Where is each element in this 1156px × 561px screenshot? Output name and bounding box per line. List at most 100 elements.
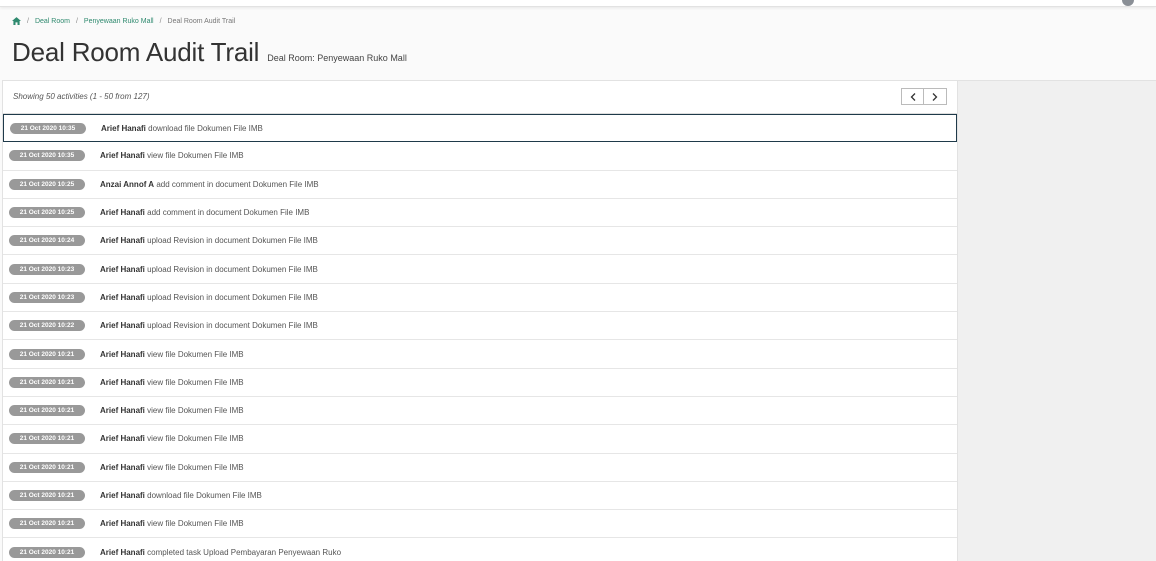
activity-description: Arief Hanafi upload Revision in document… <box>100 321 318 330</box>
activity-description: Arief Hanafi view file Dokumen File IMB <box>100 519 244 528</box>
activity-timestamp-badge: 21 Oct 2020 10:25 <box>9 178 85 190</box>
activity-row[interactable]: 21 Oct 2020 10:21 Arief Hanafi view file … <box>3 397 957 426</box>
activity-row[interactable]: 21 Oct 2020 10:23 Arief Hanafi upload Rev… <box>3 284 957 313</box>
page-header: Deal Room Audit Trail Deal Room: Penyewa… <box>12 37 407 68</box>
user-avatar[interactable] <box>1122 0 1134 6</box>
activity-row[interactable]: 21 Oct 2020 10:21 Arief Hanafi view file … <box>3 340 957 369</box>
activity-action: view file Dokumen File IMB <box>147 349 244 359</box>
breadcrumb-separator: / <box>159 17 162 25</box>
activity-user: Arief Hanafi <box>100 377 145 387</box>
next-page-button[interactable] <box>924 88 947 105</box>
activity-user: Arief Hanafi <box>100 321 145 331</box>
breadcrumb-penyewaan-ruko-mall[interactable]: Penyewaan Ruko Mall <box>84 18 154 25</box>
activity-user: Arief Hanafi <box>100 208 145 218</box>
activity-user: Anzai Annof A <box>100 179 155 189</box>
activity-action: view file Dokumen File IMB <box>147 519 244 529</box>
activity-description: Arief Hanafi view file Dokumen File IMB <box>100 350 244 359</box>
activity-timestamp-badge: 21 Oct 2020 10:23 <box>9 263 85 275</box>
activity-row[interactable]: 21 Oct 2020 10:25 Arief Hanafi add commen… <box>3 199 957 228</box>
activity-action: download file Dokumen File IMB <box>147 491 262 500</box>
activity-row[interactable]: 21 Oct 2020 10:25 Anzai Annof A add comme… <box>3 171 957 199</box>
activity-timestamp-badge: 21 Oct 2020 10:21 <box>9 405 85 417</box>
activity-user: Arief Hanafi <box>100 406 145 416</box>
activity-action: upload Revision in document Dokumen File… <box>147 264 318 274</box>
top-navbar <box>0 0 1156 7</box>
activity-action: completed task Upload Pembayaran Penyewa… <box>147 547 342 557</box>
activity-row[interactable]: 21 Oct 2020 10:21 Arief Hanafi view file … <box>3 425 957 454</box>
activity-description: Arief Hanafi view file Dokumen File IMB <box>100 463 244 472</box>
activity-row[interactable]: 21 Oct 2020 10:22 Arief Hanafi upload Rev… <box>3 312 957 341</box>
activity-action: view file Dokumen File IMB <box>147 462 244 472</box>
activity-timestamp-badge: 21 Oct 2020 10:23 <box>9 291 85 303</box>
activity-timestamp-badge: 21 Oct 2020 10:21 <box>9 348 85 360</box>
activity-list: 21 Oct 2020 10:35 Arief Hanafi download f… <box>3 114 957 561</box>
activity-panel-header: Showing 50 activities (1 - 50 from 127) <box>3 81 957 114</box>
activity-action: view file Dokumen File IMB <box>147 377 244 387</box>
activity-description: Arief Hanafi download file Dokumen File … <box>101 124 263 133</box>
activity-row[interactable]: 21 Oct 2020 10:21 Arief Hanafi view file … <box>3 510 957 539</box>
activity-user: Arief Hanafi <box>100 349 145 359</box>
activity-action: add comment in document Dokumen File IMB <box>156 179 319 189</box>
activity-user: Arief Hanafi <box>100 151 145 161</box>
activity-action: view file Dokumen File IMB <box>147 434 244 444</box>
activity-timestamp-badge: 21 Oct 2020 10:24 <box>9 235 85 247</box>
activity-user: Arief Hanafi <box>100 236 145 246</box>
breadcrumb-separator: / <box>75 17 78 25</box>
breadcrumb-separator: / <box>27 17 29 25</box>
activity-row[interactable]: 21 Oct 2020 10:35 Arief Hanafi download f… <box>3 114 957 143</box>
activity-timestamp-badge: 21 Oct 2020 10:21 <box>9 376 85 388</box>
activity-description: Arief Hanafi view file Dokumen File IMB <box>100 378 244 387</box>
activity-user: Arief Hanafi <box>101 123 146 133</box>
activity-user: Arief Hanafi <box>100 491 145 500</box>
activity-user: Arief Hanafi <box>100 462 145 472</box>
activity-row[interactable]: 21 Oct 2020 10:21 Arief Hanafi view file … <box>3 454 957 482</box>
activity-timestamp-badge: 21 Oct 2020 10:21 <box>9 461 85 473</box>
breadcrumb: / Deal Room / Penyewaan Ruko Mall / Deal… <box>12 16 235 26</box>
page-subtitle: Deal Room: Penyewaan Ruko Mall <box>267 53 407 63</box>
activity-timestamp-badge: 21 Oct 2020 10:35 <box>9 150 85 162</box>
activity-description: Arief Hanafi upload Revision in document… <box>100 293 318 302</box>
chevron-right-icon <box>932 92 938 101</box>
activity-row[interactable]: 21 Oct 2020 10:35 Arief Hanafi view file … <box>3 142 957 171</box>
activity-timestamp-badge: 21 Oct 2020 10:21 <box>9 546 85 558</box>
page-title: Deal Room Audit Trail <box>12 37 260 67</box>
activity-row[interactable]: 21 Oct 2020 10:21 Arief Hanafi completed … <box>3 538 957 561</box>
activity-user: Arief Hanafi <box>100 292 145 302</box>
activity-panel: Showing 50 activities (1 - 50 from 127) … <box>2 80 958 561</box>
breadcrumb-current: Deal Room Audit Trail <box>167 17 236 25</box>
activity-timestamp-badge: 21 Oct 2020 10:25 <box>9 207 85 219</box>
breadcrumb-deal-room[interactable]: Deal Room <box>35 18 70 25</box>
activity-timestamp-badge: 21 Oct 2020 10:21 <box>9 518 85 530</box>
activity-action: view file Dokumen File IMB <box>147 406 244 416</box>
breadcrumb-home[interactable] <box>12 17 21 25</box>
activity-summary: Showing 50 activities (1 - 50 from 127) <box>13 92 150 101</box>
activity-description: Anzai Annof A add comment in document Do… <box>100 180 319 189</box>
right-side-area <box>958 80 1156 561</box>
activity-user: Arief Hanafi <box>100 264 145 274</box>
activity-timestamp-badge: 21 Oct 2020 10:35 <box>10 122 86 134</box>
activity-action: upload Revision in document Dokumen File… <box>147 236 318 246</box>
activity-action: add comment in document Dokumen File IMB <box>147 208 310 218</box>
activity-timestamp-badge: 21 Oct 2020 10:21 <box>9 433 85 445</box>
activity-description: Arief Hanafi upload Revision in document… <box>100 265 318 274</box>
prev-page-button[interactable] <box>901 88 924 105</box>
activity-row[interactable]: 21 Oct 2020 10:24 Arief Hanafi upload Rev… <box>3 227 957 256</box>
activity-action: download file Dokumen File IMB <box>148 123 263 133</box>
activity-description: Arief Hanafi view file Dokumen File IMB <box>100 406 244 415</box>
activity-description: Arief Hanafi view file Dokumen File IMB <box>100 151 244 160</box>
activity-description: Arief Hanafi download file Dokumen File … <box>100 491 262 500</box>
activity-row[interactable]: 21 Oct 2020 10:21 Arief Hanafi download f… <box>3 482 957 511</box>
activity-action: upload Revision in document Dokumen File… <box>147 321 318 331</box>
activity-action: view file Dokumen File IMB <box>147 151 244 161</box>
activity-description: Arief Hanafi completed task Upload Pemba… <box>100 548 341 557</box>
activity-row[interactable]: 21 Oct 2020 10:23 Arief Hanafi upload Rev… <box>3 255 957 284</box>
activity-row[interactable]: 21 Oct 2020 10:21 Arief Hanafi view file … <box>3 369 957 397</box>
activity-description: Arief Hanafi upload Revision in document… <box>100 236 318 245</box>
activity-timestamp-badge: 21 Oct 2020 10:21 <box>9 490 85 501</box>
activity-description: Arief Hanafi add comment in document Dok… <box>100 208 309 217</box>
activity-user: Arief Hanafi <box>100 547 145 557</box>
activity-action: upload Revision in document Dokumen File… <box>147 292 318 302</box>
pager <box>901 88 947 105</box>
activity-timestamp-badge: 21 Oct 2020 10:22 <box>9 320 85 332</box>
home-icon <box>12 17 21 25</box>
